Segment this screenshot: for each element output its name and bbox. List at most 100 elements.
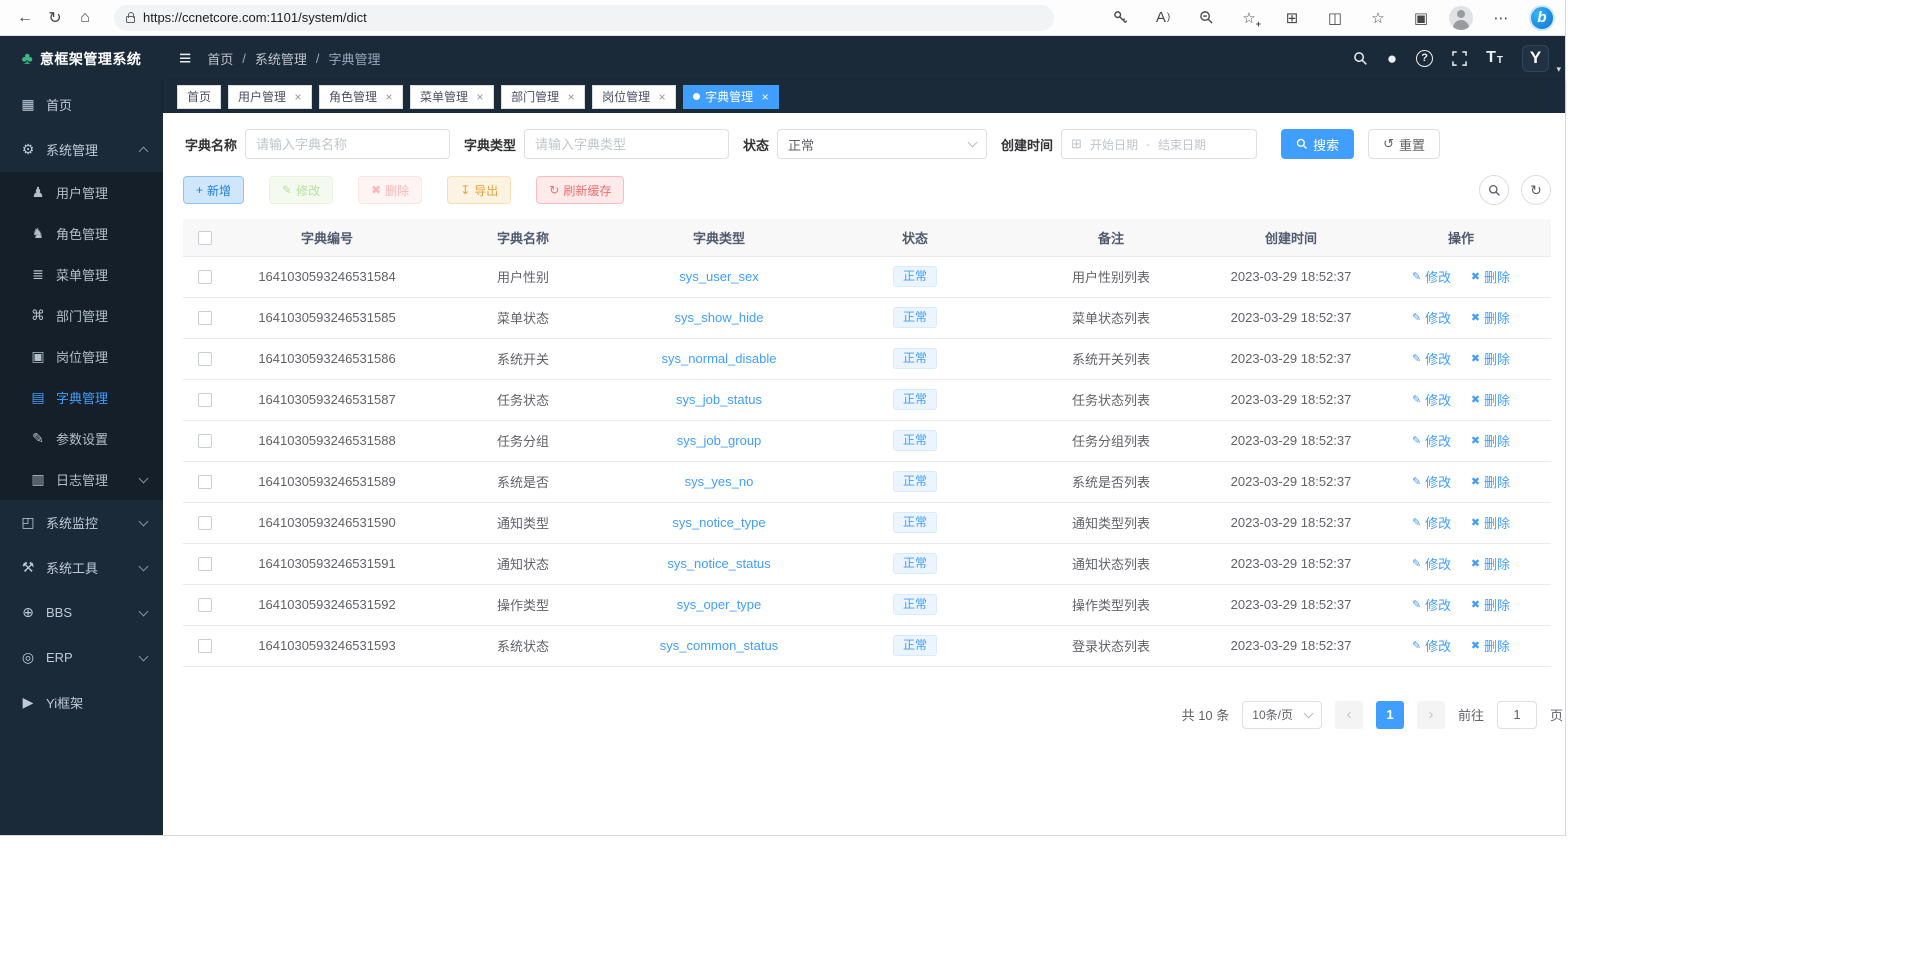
help-icon[interactable]: ? — [1416, 50, 1433, 67]
row-checkbox[interactable] — [198, 352, 212, 366]
close-icon[interactable]: × — [758, 90, 772, 104]
dict-type-link[interactable]: sys_oper_type — [677, 597, 762, 612]
start-date-placeholder[interactable]: 开始日期 — [1090, 136, 1138, 153]
user-menu[interactable]: Y ▾ — [1522, 45, 1549, 72]
sidebar-item-dept-manage[interactable]: ⌘ 部门管理 — [0, 295, 163, 336]
sidebar-item-menu-manage[interactable]: ≣ 菜单管理 — [0, 254, 163, 295]
delete-button[interactable]: ✖删除 — [358, 176, 422, 204]
sidebar-item-system-manage[interactable]: ⚙ 系统管理 — [0, 127, 163, 172]
dict-type-link[interactable]: sys_user_sex — [679, 269, 758, 284]
more-menu-icon[interactable]: ⋯ — [1486, 4, 1516, 32]
row-delete-link[interactable]: ✖删除 — [1471, 595, 1510, 614]
row-delete-link[interactable]: ✖删除 — [1471, 267, 1510, 286]
sidebar-item-erp[interactable]: ◎ ERP — [0, 635, 163, 680]
tab-user-manage[interactable]: 用户管理× — [228, 85, 312, 109]
current-page[interactable]: 1 — [1376, 701, 1404, 729]
search-icon[interactable] — [1353, 51, 1368, 66]
dict-type-link[interactable]: sys_notice_type — [672, 515, 765, 530]
dict-type-link[interactable]: sys_show_hide — [675, 310, 764, 325]
collections-icon[interactable]: ▣ — [1406, 4, 1436, 32]
sidebar-item-log-manage[interactable]: ▥ 日志管理 — [0, 459, 163, 500]
row-edit-link[interactable]: ✎修改 — [1412, 513, 1451, 532]
row-delete-link[interactable]: ✖删除 — [1471, 390, 1510, 409]
copilot-icon[interactable]: b — [1529, 5, 1555, 31]
tab-home[interactable]: 首页 — [177, 85, 221, 109]
user-avatar[interactable]: Y — [1522, 45, 1549, 72]
split-screen-icon[interactable]: ◫ — [1320, 4, 1350, 32]
url-text[interactable]: https://ccnetcore.com:1101/system/dict — [143, 10, 367, 25]
row-edit-link[interactable]: ✎修改 — [1412, 636, 1451, 655]
next-page-button[interactable]: › — [1417, 701, 1445, 729]
reload-button[interactable]: ↻ — [40, 4, 70, 32]
toggle-search-icon[interactable] — [1479, 175, 1509, 205]
dict-type-link[interactable]: sys_common_status — [660, 638, 779, 653]
sidebar-item-yi-framework[interactable]: ▶ Yi框架 — [0, 680, 163, 725]
breadcrumb-system[interactable]: 系统管理 — [255, 49, 307, 68]
dict-type-link[interactable]: sys_yes_no — [685, 474, 754, 489]
row-delete-link[interactable]: ✖删除 — [1471, 308, 1510, 327]
close-icon[interactable]: × — [291, 90, 305, 104]
add-button[interactable]: +新增 — [183, 176, 244, 204]
row-delete-link[interactable]: ✖删除 — [1471, 431, 1510, 450]
sidebar-item-system-tools[interactable]: ⚒ 系统工具 — [0, 545, 163, 590]
end-date-placeholder[interactable]: 结束日期 — [1158, 136, 1206, 153]
extensions-icon[interactable]: ⊞ — [1277, 4, 1307, 32]
row-checkbox[interactable] — [198, 557, 212, 571]
favorites-icon[interactable]: ☆ — [1363, 4, 1393, 32]
row-edit-link[interactable]: ✎修改 — [1412, 267, 1451, 286]
dict-type-link[interactable]: sys_job_status — [676, 392, 762, 407]
zoom-icon[interactable] — [1191, 4, 1221, 32]
sidebar-item-home[interactable]: ▦ 首页 — [0, 82, 163, 127]
address-bar[interactable]: https://ccnetcore.com:1101/system/dict — [114, 5, 1054, 31]
dict-type-link[interactable]: sys_normal_disable — [662, 351, 777, 366]
row-edit-link[interactable]: ✎修改 — [1412, 308, 1451, 327]
breadcrumb-home[interactable]: 首页 — [207, 49, 233, 68]
row-checkbox[interactable] — [198, 393, 212, 407]
dict-type-input[interactable] — [524, 129, 729, 159]
row-delete-link[interactable]: ✖删除 — [1471, 554, 1510, 573]
sidebar-item-system-monitor[interactable]: ◰ 系统监控 — [0, 500, 163, 545]
sidebar-item-dict-manage[interactable]: ▤ 字典管理 — [0, 377, 163, 418]
select-all-checkbox[interactable] — [198, 231, 212, 245]
goto-page-input[interactable] — [1497, 701, 1537, 729]
reset-button[interactable]: ↺ 重置 — [1368, 129, 1440, 159]
dict-type-link[interactable]: sys_notice_status — [667, 556, 770, 571]
row-checkbox[interactable] — [198, 598, 212, 612]
fullscreen-icon[interactable] — [1452, 51, 1467, 66]
dict-name-input[interactable] — [245, 129, 450, 159]
close-icon[interactable]: × — [473, 90, 487, 104]
sidebar-item-bbs[interactable]: ⊕ BBS — [0, 590, 163, 635]
back-button[interactable]: ← — [10, 4, 40, 32]
row-checkbox[interactable] — [198, 311, 212, 325]
row-checkbox[interactable] — [198, 516, 212, 530]
tab-role-manage[interactable]: 角色管理× — [319, 85, 403, 109]
sidebar-item-post-manage[interactable]: ▣ 岗位管理 — [0, 336, 163, 377]
github-icon[interactable]: ● — [1387, 50, 1397, 67]
key-icon[interactable] — [1105, 4, 1135, 32]
profile-avatar[interactable] — [1449, 6, 1473, 30]
row-checkbox[interactable] — [198, 270, 212, 284]
tab-dict-manage[interactable]: 字典管理× — [683, 85, 779, 109]
row-checkbox[interactable] — [198, 639, 212, 653]
export-button[interactable]: ↧导出 — [447, 176, 511, 204]
row-delete-link[interactable]: ✖删除 — [1471, 513, 1510, 532]
sidebar-item-param-settings[interactable]: ✎ 参数设置 — [0, 418, 163, 459]
favorite-add-icon[interactable]: ☆+ — [1234, 4, 1264, 32]
row-edit-link[interactable]: ✎修改 — [1412, 595, 1451, 614]
font-size-icon[interactable]: TT — [1486, 50, 1503, 66]
row-delete-link[interactable]: ✖删除 — [1471, 472, 1510, 491]
search-button[interactable]: 搜索 — [1281, 129, 1354, 159]
row-edit-link[interactable]: ✎修改 — [1412, 472, 1451, 491]
row-checkbox[interactable] — [198, 434, 212, 448]
date-range-picker[interactable]: ⊞ 开始日期 - 结束日期 — [1061, 129, 1257, 159]
row-edit-link[interactable]: ✎修改 — [1412, 349, 1451, 368]
close-icon[interactable]: × — [655, 90, 669, 104]
tab-dept-manage[interactable]: 部门管理× — [501, 85, 585, 109]
hamburger-icon[interactable]: ≡ — [179, 48, 191, 69]
refresh-table-icon[interactable]: ↻ — [1521, 175, 1551, 205]
edit-button[interactable]: ✎修改 — [269, 176, 333, 204]
prev-page-button[interactable]: ‹ — [1335, 701, 1363, 729]
page-size-select[interactable]: 10条/页 — [1242, 701, 1322, 729]
row-edit-link[interactable]: ✎修改 — [1412, 390, 1451, 409]
row-edit-link[interactable]: ✎修改 — [1412, 554, 1451, 573]
